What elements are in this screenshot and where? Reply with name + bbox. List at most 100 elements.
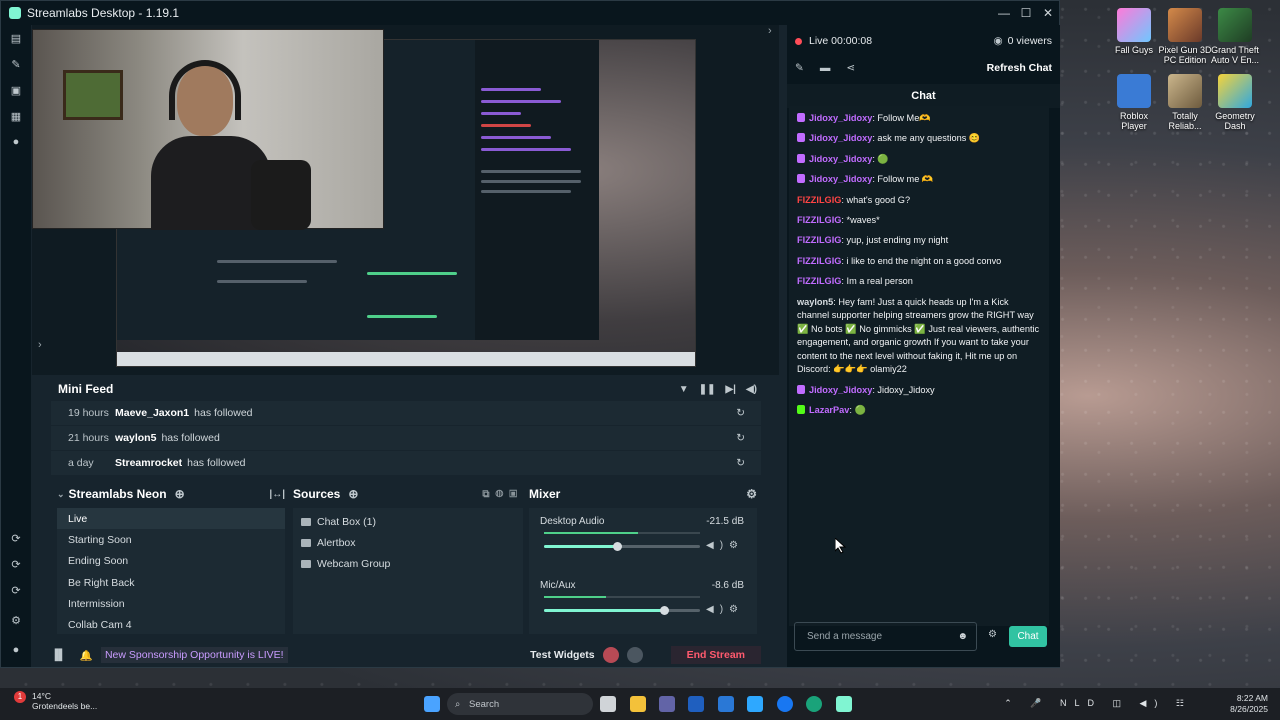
add-scene-icon[interactable]: ⊕ (175, 487, 185, 501)
chat-settings-icon[interactable]: ⚙ (988, 629, 997, 640)
store-icon[interactable]: ▣ (1, 77, 31, 103)
studio-mode-icon[interactable]: ⟳ (1, 525, 31, 551)
desktop-icon-fall-guys[interactable]: Fall Guys (1107, 8, 1161, 55)
repeat-alert-icon[interactable]: ↻ (736, 457, 761, 469)
performance-stats-icon[interactable]: ▐▌ (51, 649, 66, 661)
viewer-count[interactable]: 0 viewers (1008, 35, 1052, 47)
scene-transition-icon[interactable]: |↔| (269, 489, 285, 500)
scene-item-intermission[interactable]: Intermission (57, 593, 285, 614)
volume-knob[interactable] (660, 606, 670, 615)
share-icon[interactable]: ⋖ (846, 62, 855, 74)
close-icon[interactable]: ✕ (1037, 6, 1059, 20)
streamlabs-taskbar-icon[interactable] (836, 696, 852, 712)
windows-start-icon[interactable] (424, 696, 440, 712)
source-tools-icon[interactable]: ⧉◍▣ (482, 489, 523, 500)
store-app-icon[interactable] (718, 696, 734, 712)
chat-username[interactable]: FIZZILGIG (797, 276, 841, 286)
chat-source-icon (301, 517, 311, 526)
source-item-chat-box[interactable]: Chat Box (1) (293, 511, 523, 532)
collection-chevron-icon[interactable]: ⌄ (57, 489, 65, 500)
scene-item-be-right-back[interactable]: Be Right Back (57, 572, 285, 593)
source-item-webcam-group[interactable]: Webcam Group (293, 553, 523, 574)
scene-item-starting-soon[interactable]: Starting Soon (57, 529, 285, 550)
desktop-icon-geometry-dash[interactable]: Geometry Dash (1208, 74, 1262, 131)
record-button[interactable] (602, 647, 619, 663)
chat-message: FIZZILGIG: what's good G? (797, 194, 1041, 208)
apps-icon[interactable]: ⟳ (1, 577, 31, 603)
source-item-alertbox[interactable]: Alertbox (293, 532, 523, 553)
desktop-icon-gta-v[interactable]: Grand Theft Auto V En... (1208, 8, 1262, 65)
highlighter-icon[interactable]: ● (1, 129, 31, 155)
sponsorship-promo-link[interactable]: New Sponsorship Opportunity is LIVE! (100, 647, 288, 663)
collapse-chat-arrow-icon[interactable]: › (768, 25, 772, 37)
task-view-icon[interactable] (600, 696, 616, 712)
pause-icon[interactable]: ❚❚ (699, 384, 716, 395)
notification-bell-icon[interactable]: 🔔 (80, 649, 93, 662)
chat-username[interactable]: Jidoxy_Jidoxy (809, 174, 872, 184)
weather-widget[interactable]: 1 14°C Grotendeels be... (14, 691, 97, 711)
chat-send-button[interactable]: Chat (1009, 626, 1047, 647)
clip-icon[interactable]: ▬ (820, 62, 831, 74)
chat-username[interactable]: FIZZILGIG (797, 215, 841, 225)
minimize-icon[interactable]: — (993, 6, 1015, 20)
end-stream-button[interactable]: End Stream (670, 646, 761, 664)
mute-and-settings-icons[interactable]: ◀)⚙ (706, 604, 744, 615)
editor-icon[interactable]: ▤ (1, 25, 31, 51)
skip-icon[interactable]: ▶| (725, 384, 736, 395)
chat-username[interactable]: Jidoxy_Jidoxy (809, 154, 872, 164)
chat-username[interactable]: Jidoxy_Jidoxy (809, 113, 872, 123)
folder-icon (301, 559, 311, 568)
clock[interactable]: 8:22 AM 8/26/2025 (1230, 693, 1268, 715)
chat-username[interactable]: FIZZILGIG (797, 195, 841, 205)
todo-icon[interactable] (747, 696, 763, 712)
file-explorer-icon[interactable] (630, 696, 646, 712)
chat-message-input[interactable]: Send a message ☻ (794, 622, 977, 651)
desktop-icon-roblox[interactable]: Roblox Player (1107, 74, 1161, 131)
repeat-alert-icon[interactable]: ↻ (736, 432, 761, 444)
mini-feed: Mini Feed ▼ ❚❚ ▶| ◀) 19 hours Maeve_Jaxo… (51, 377, 761, 476)
desktop-icon-totally-reliable[interactable]: Totally Reliab... (1158, 74, 1212, 131)
chat-message: FIZZILGIG: Im a real person (797, 275, 1041, 289)
refresh-chat-button[interactable]: Refresh Chat (987, 62, 1052, 74)
chat-username[interactable]: waylon5 (797, 297, 833, 307)
facebook-icon[interactable] (777, 696, 793, 712)
mixer-settings-icon[interactable]: ⚙ (746, 487, 757, 501)
themes-icon[interactable]: ✎ (1, 51, 31, 77)
scene-item-collab-cam-4[interactable]: Collab Cam 4 (57, 614, 285, 635)
notification-count-badge: 1 (14, 691, 26, 703)
settings-icon[interactable]: ⚙ (1, 607, 31, 633)
edge-icon[interactable] (806, 696, 822, 712)
emoji-icon[interactable]: ☻ (957, 631, 968, 642)
chat-username[interactable]: FIZZILGIG (797, 235, 841, 245)
chat-username[interactable]: Jidoxy_Jidoxy (809, 133, 872, 143)
scene-item-live[interactable]: Live (57, 508, 285, 530)
filter-icon[interactable]: ▼ (679, 384, 689, 395)
chat-username[interactable]: FIZZILGIG (797, 256, 841, 266)
profile-icon[interactable]: ● (1, 637, 31, 663)
maximize-icon[interactable]: ☐ (1015, 6, 1037, 20)
taskbar-search[interactable]: ⌕ Search (447, 693, 593, 715)
expand-left-arrow-icon[interactable]: › (38, 339, 42, 351)
scene-collection-title[interactable]: Streamlabs Neon (69, 487, 167, 501)
stream-preview[interactable]: › › (32, 25, 779, 375)
edit-stream-info-icon[interactable]: ✎ (795, 62, 804, 74)
layout-icon[interactable]: ⟳ (1, 551, 31, 577)
system-tray-icons[interactable]: ⌃ 🎤 NLD ◫ ◀) ☷ (1004, 698, 1192, 709)
dashboard-icon[interactable]: ▦ (1, 103, 31, 129)
desktop-icon-pixel-gun[interactable]: Pixel Gun 3D PC Edition (1158, 8, 1212, 65)
mute-and-settings-icons[interactable]: ◀)⚙ (706, 540, 744, 551)
repeat-alert-icon[interactable]: ↻ (736, 407, 761, 419)
volume-knob[interactable] (613, 542, 623, 551)
volume-slider[interactable] (544, 542, 700, 551)
user-badge-icon (797, 133, 805, 143)
volume-slider[interactable] (544, 606, 700, 615)
chat-username[interactable]: LazarPav (809, 405, 849, 415)
scene-item-ending-soon[interactable]: Ending Soon (57, 551, 285, 572)
teams-icon[interactable] (659, 696, 675, 712)
replay-buffer-button[interactable] (626, 647, 643, 663)
mute-alerts-icon[interactable]: ◀) (746, 384, 757, 395)
add-source-icon[interactable]: ⊕ (348, 487, 358, 501)
chat-username[interactable]: Jidoxy_Jidoxy (809, 385, 872, 395)
l-app-icon[interactable] (688, 696, 704, 712)
user-badge-icon (797, 174, 805, 184)
